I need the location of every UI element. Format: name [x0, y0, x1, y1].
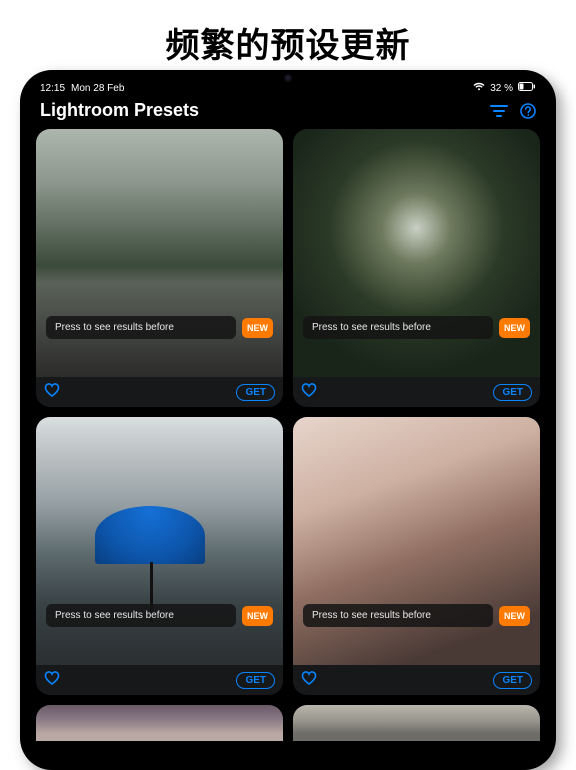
status-date: Mon 28 Feb — [71, 83, 124, 94]
preset-grid: Press to see results before NEW GET Pres… — [26, 129, 550, 741]
heart-icon[interactable] — [44, 671, 60, 690]
tablet-frame: 12:15 Mon 28 Feb 32 % Lightroom Presets — [20, 70, 556, 770]
app-header: Lightroom Presets — [26, 96, 550, 129]
status-battery-text: 32 % — [490, 83, 513, 94]
press-hint: Press to see results before — [46, 604, 236, 627]
battery-icon — [518, 82, 536, 94]
get-button[interactable]: GET — [493, 672, 532, 689]
front-camera — [284, 74, 292, 82]
preset-card[interactable]: Press to see results before NEW GET — [36, 417, 283, 695]
filter-icon[interactable] — [490, 104, 508, 118]
new-badge: NEW — [242, 606, 273, 626]
preset-image[interactable] — [36, 705, 283, 741]
heart-icon[interactable] — [44, 383, 60, 402]
get-button[interactable]: GET — [493, 384, 532, 401]
preset-card[interactable] — [36, 705, 283, 741]
card-footer: GET — [293, 377, 540, 407]
preset-card[interactable]: Press to see results before NEW GET — [293, 417, 540, 695]
new-badge: NEW — [499, 318, 530, 338]
get-button[interactable]: GET — [236, 672, 275, 689]
preset-card[interactable]: Press to see results before NEW GET — [36, 129, 283, 407]
preset-image[interactable]: Press to see results before NEW — [36, 417, 283, 665]
card-footer: GET — [36, 377, 283, 407]
page-title: Lightroom Presets — [40, 100, 199, 121]
card-footer: GET — [36, 665, 283, 695]
umbrella-shape — [95, 506, 205, 564]
help-icon[interactable] — [520, 103, 536, 119]
heart-icon[interactable] — [301, 383, 317, 402]
preset-image[interactable] — [293, 705, 540, 741]
press-hint: Press to see results before — [303, 316, 493, 339]
promo-headline: 频繁的预设更新 — [0, 0, 576, 77]
press-hint: Press to see results before — [303, 604, 493, 627]
preset-card[interactable]: Press to see results before NEW GET — [293, 129, 540, 407]
press-hint: Press to see results before — [46, 316, 236, 339]
new-badge: NEW — [499, 606, 530, 626]
preset-image[interactable]: Press to see results before NEW — [36, 129, 283, 377]
card-footer: GET — [293, 665, 540, 695]
wifi-icon — [473, 82, 485, 94]
new-badge: NEW — [242, 318, 273, 338]
preset-image[interactable]: Press to see results before NEW — [293, 129, 540, 377]
screen: 12:15 Mon 28 Feb 32 % Lightroom Presets — [26, 76, 550, 764]
status-time: 12:15 — [40, 83, 65, 94]
heart-icon[interactable] — [301, 671, 317, 690]
preset-image[interactable]: Press to see results before NEW — [293, 417, 540, 665]
get-button[interactable]: GET — [236, 384, 275, 401]
preset-card[interactable] — [293, 705, 540, 741]
